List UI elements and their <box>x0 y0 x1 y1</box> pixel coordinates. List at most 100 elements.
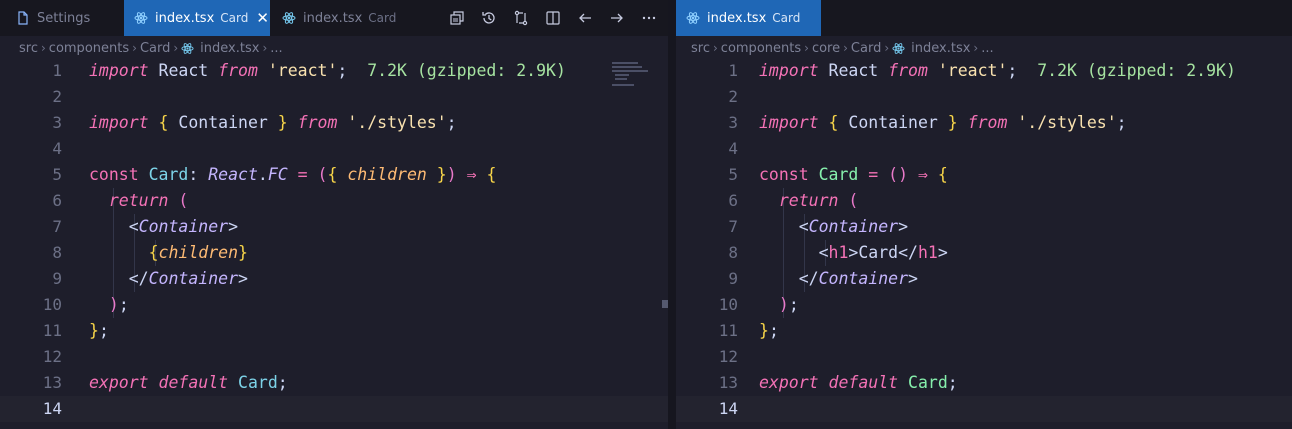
tab-settings[interactable]: Settings <box>0 0 124 36</box>
code-text: <Container> <box>759 214 908 240</box>
code-line[interactable]: 4 <box>0 136 668 162</box>
code-token: React <box>148 61 219 80</box>
split-editor-button[interactable] <box>537 0 569 36</box>
breadcrumb-item[interactable]: index.tsx <box>200 41 259 56</box>
breadcrumb-item[interactable]: index.tsx <box>911 41 970 56</box>
close-icon[interactable]: ✕ <box>256 10 269 26</box>
code-token: ; <box>98 321 109 340</box>
go-forward-button[interactable] <box>601 0 633 36</box>
compare-button[interactable] <box>505 0 537 36</box>
code-token: 'react' <box>267 61 338 80</box>
code-token: from <box>967 113 1008 132</box>
go-back-icon <box>579 13 591 23</box>
code-token: ; <box>788 295 799 314</box>
code-line[interactable]: 10 ); <box>0 292 668 318</box>
breadcrumb-item[interactable]: src <box>691 41 710 56</box>
more-actions-icon <box>642 16 656 20</box>
code-line[interactable]: 7 <Container> <box>0 214 668 240</box>
code-line[interactable]: 4 <box>676 136 1292 162</box>
code-line[interactable]: 10 ); <box>676 292 1292 318</box>
code-token: Container <box>808 217 899 236</box>
split-editor-icon <box>546 11 560 25</box>
breadcrumb: src › components › core › Card › index.t… <box>676 36 1292 60</box>
code-token: >Card</ <box>848 243 918 262</box>
code-token: ⇒ <box>466 165 477 184</box>
code-line[interactable]: 12 <box>676 344 1292 370</box>
breadcrumb-item[interactable]: src <box>19 41 38 56</box>
code-text: import React from 'react'; 7.2K (gzipped… <box>89 58 566 84</box>
tab-label: Settings <box>37 10 91 26</box>
code-text: export default Card; <box>89 370 288 396</box>
code-line[interactable]: 13 export default Card; <box>0 370 668 396</box>
line-number: 7 <box>52 217 62 236</box>
code-line[interactable]: 9 </Container> <box>0 266 668 292</box>
code-token: ; <box>947 373 958 392</box>
breadcrumb-item[interactable]: ... <box>270 41 282 56</box>
code-line[interactable]: 1 import React from 'react'; 7.2K (gzippe… <box>676 58 1292 84</box>
line-number: 10 <box>42 295 62 314</box>
code-token: < <box>89 217 139 236</box>
breadcrumb-item[interactable]: components <box>721 41 801 56</box>
line-number: 13 <box>42 373 62 392</box>
code-token: ) <box>108 295 119 314</box>
right-tab-bar: index.tsx Card <box>676 0 1292 36</box>
tab-index-card[interactable]: index.tsx Card <box>270 0 410 36</box>
code-line[interactable]: 14 <box>0 396 668 422</box>
code-line[interactable]: 9 </Container> <box>676 266 1292 292</box>
code-line[interactable]: 8 <h1>Card</h1> <box>676 240 1292 266</box>
code-token: { <box>158 113 169 132</box>
open-changes-button[interactable] <box>441 0 473 36</box>
code-line[interactable]: 7 <Container> <box>676 214 1292 240</box>
more-actions-button[interactable] <box>633 0 665 36</box>
chevron-right-icon: › <box>40 41 46 55</box>
code-token: ) <box>778 295 789 314</box>
timeline-icon <box>482 12 495 24</box>
line-number: 9 <box>52 269 62 288</box>
breadcrumb-item[interactable]: core <box>812 41 840 56</box>
line-number: 8 <box>728 243 738 262</box>
line-number: 5 <box>728 165 738 184</box>
code-line[interactable]: 11}; <box>676 318 1292 344</box>
chevron-right-icon: › <box>262 41 268 55</box>
code-line[interactable]: 8 {children} <box>0 240 668 266</box>
breadcrumb-item[interactable]: Card <box>851 41 881 56</box>
line-number: 2 <box>728 87 738 106</box>
code-line[interactable]: 2 <box>0 84 668 110</box>
import-size-hint: 7.2K (gzipped: 2.9K) <box>367 61 566 80</box>
minimap[interactable] <box>612 60 660 90</box>
code-line[interactable]: 11}; <box>0 318 668 344</box>
code-token: Container <box>138 217 229 236</box>
go-back-button[interactable] <box>569 0 601 36</box>
line-number: 3 <box>728 113 738 132</box>
code-text: {children} <box>89 240 248 266</box>
code-line[interactable]: 1 import React from 'react'; 7.2K (gzippe… <box>0 58 668 84</box>
breadcrumb-item[interactable]: components <box>49 41 129 56</box>
react-icon <box>892 42 905 54</box>
minimap-line <box>612 70 648 72</box>
code-line[interactable]: 12 <box>0 344 668 370</box>
breadcrumb-item[interactable]: Card <box>140 41 170 56</box>
code-editor-left[interactable]: 1 import React from 'react'; 7.2K (gzippe… <box>0 58 668 422</box>
split-sash[interactable] <box>668 0 676 429</box>
code-line[interactable]: 6 return ( <box>676 188 1292 214</box>
code-token: { <box>148 243 159 262</box>
tab-index-card-active[interactable]: index.tsx Card ✕ <box>124 0 270 36</box>
timeline-button[interactable] <box>473 0 505 36</box>
code-line[interactable]: 5 const Card: React.FC = ({ children }) ⇒… <box>0 162 668 188</box>
code-line[interactable]: 14 <box>676 396 1292 422</box>
code-line[interactable]: 2 <box>676 84 1292 110</box>
tab-index-card-right[interactable]: index.tsx Card <box>676 0 821 36</box>
code-line[interactable]: 6 return ( <box>0 188 668 214</box>
breadcrumb-item[interactable]: ... <box>981 41 993 56</box>
code-line[interactable]: 3 import { Container } from './styles'; <box>676 110 1292 136</box>
code-text: ); <box>89 292 129 318</box>
code-editor-right[interactable]: 1 import React from 'react'; 7.2K (gzippe… <box>676 58 1292 422</box>
code-line[interactable]: 13 export default Card; <box>676 370 1292 396</box>
code-line[interactable]: 3 import { Container } from './styles'; <box>0 110 668 136</box>
code-line[interactable]: 5 const Card = () ⇒ { <box>676 162 1292 188</box>
code-token: ( <box>178 191 189 210</box>
